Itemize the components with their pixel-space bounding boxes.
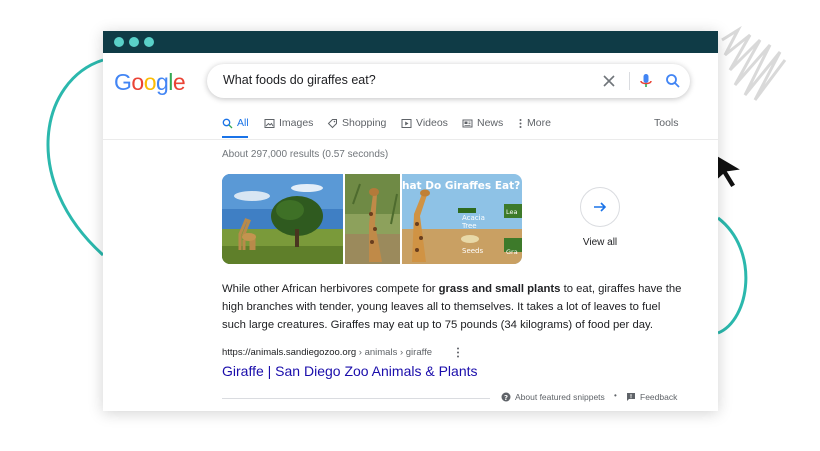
image-giraffe-savanna[interactable] bbox=[222, 174, 343, 264]
active-tab-indicator bbox=[222, 136, 248, 138]
search-box[interactable]: What foods do giraffes eat? bbox=[207, 64, 690, 98]
about-label: About featured snippets bbox=[515, 392, 605, 402]
tab-all[interactable]: All bbox=[222, 117, 249, 129]
google-logo[interactable]: Google bbox=[114, 69, 186, 96]
browser-window: Google What foods do giraffes eat? All I… bbox=[103, 31, 718, 411]
footer-separator: • bbox=[614, 391, 617, 400]
window-titlebar bbox=[103, 31, 718, 53]
tab-images[interactable]: Images bbox=[264, 117, 313, 129]
mic-icon[interactable] bbox=[636, 71, 656, 91]
result-stats: About 297,000 results (0.57 seconds) bbox=[222, 149, 389, 160]
search-divider bbox=[629, 72, 630, 90]
window-dot-2[interactable] bbox=[129, 37, 139, 47]
footer-divider bbox=[222, 398, 490, 399]
more-options-icon[interactable] bbox=[456, 347, 460, 358]
result-title-link[interactable]: Giraffe | San Diego Zoo Animals & Plants bbox=[222, 363, 478, 379]
result-url-domain: https://animals.sandiegozoo.org bbox=[222, 347, 357, 358]
about-featured-snippets[interactable]: ? About featured snippets bbox=[501, 392, 605, 402]
logo-letter-g2: g bbox=[155, 69, 169, 95]
infographic-title: hat Do Giraffes Eat? bbox=[402, 180, 520, 192]
feedback-link[interactable]: Feedback bbox=[626, 392, 677, 402]
view-all-label[interactable]: View all bbox=[573, 237, 627, 248]
window-dot-1[interactable] bbox=[114, 37, 124, 47]
news-icon bbox=[462, 119, 473, 127]
tab-videos[interactable]: Videos bbox=[401, 117, 448, 129]
help-icon: ? bbox=[501, 392, 511, 402]
logo-letter-g: G bbox=[114, 69, 132, 95]
snippet-part-1: While other African herbivores compete f… bbox=[222, 283, 439, 295]
tab-shopping-label: Shopping bbox=[342, 117, 387, 129]
tab-news-label: News bbox=[477, 117, 504, 129]
logo-letter-e: e bbox=[172, 69, 186, 95]
result-url-breadcrumbs: › animals › giraffe bbox=[356, 347, 432, 358]
infographic-label-seeds: Seeds bbox=[462, 247, 484, 255]
tab-more-label: More bbox=[527, 117, 551, 129]
tag-icon bbox=[327, 118, 337, 128]
arrow-right-icon bbox=[594, 202, 607, 212]
tab-all-label: All bbox=[237, 117, 249, 129]
logo-letter-o2: o bbox=[143, 69, 157, 95]
search-icon bbox=[222, 118, 233, 128]
search-icon[interactable] bbox=[664, 72, 682, 90]
svg-text:?: ? bbox=[504, 394, 508, 402]
logo-letter-o1: o bbox=[131, 69, 144, 95]
infographic-label-acacia: Acacia bbox=[462, 214, 485, 222]
featured-snippet-text: While other African herbivores compete f… bbox=[222, 280, 682, 334]
tab-videos-label: Videos bbox=[416, 117, 448, 129]
tab-more[interactable]: More bbox=[518, 117, 551, 129]
feedback-icon bbox=[627, 393, 635, 401]
teal-arc-left bbox=[46, 58, 105, 257]
tab-tools[interactable]: Tools bbox=[654, 117, 679, 129]
window-dot-3[interactable] bbox=[144, 37, 154, 47]
search-input[interactable]: What foods do giraffes eat? bbox=[223, 73, 376, 87]
clear-icon[interactable] bbox=[600, 72, 618, 90]
infographic-label-gra: Gra bbox=[506, 248, 518, 256]
play-icon bbox=[401, 118, 412, 128]
tab-images-label: Images bbox=[279, 117, 314, 129]
tab-news[interactable]: News bbox=[462, 117, 503, 129]
tab-shopping[interactable]: Shopping bbox=[327, 117, 386, 129]
result-url[interactable]: https://animals.sandiegozoo.org › animal… bbox=[222, 347, 432, 358]
view-all-button[interactable] bbox=[580, 187, 620, 227]
snippet-bold: grass and small plants bbox=[438, 283, 561, 295]
search-tabs: All Images Shopping Videos News More Too… bbox=[103, 113, 718, 140]
image-icon bbox=[264, 118, 275, 128]
tab-tools-label: Tools bbox=[654, 117, 679, 129]
infographic-label-lea: Lea bbox=[506, 208, 518, 216]
more-icon bbox=[519, 118, 522, 128]
scribble-decoration bbox=[721, 25, 787, 101]
image-carousel[interactable]: hat Do Giraffes Eat? Acacia Tree Seeds L… bbox=[222, 174, 522, 264]
feedback-label: Feedback bbox=[640, 392, 678, 402]
image-infographic[interactable]: hat Do Giraffes Eat? Acacia Tree Seeds L… bbox=[402, 174, 522, 264]
image-divider-1 bbox=[343, 174, 345, 264]
image-giraffe-closeup[interactable] bbox=[345, 174, 400, 264]
teal-arc-right bbox=[717, 216, 748, 335]
infographic-label-tree: Tree bbox=[461, 222, 477, 230]
